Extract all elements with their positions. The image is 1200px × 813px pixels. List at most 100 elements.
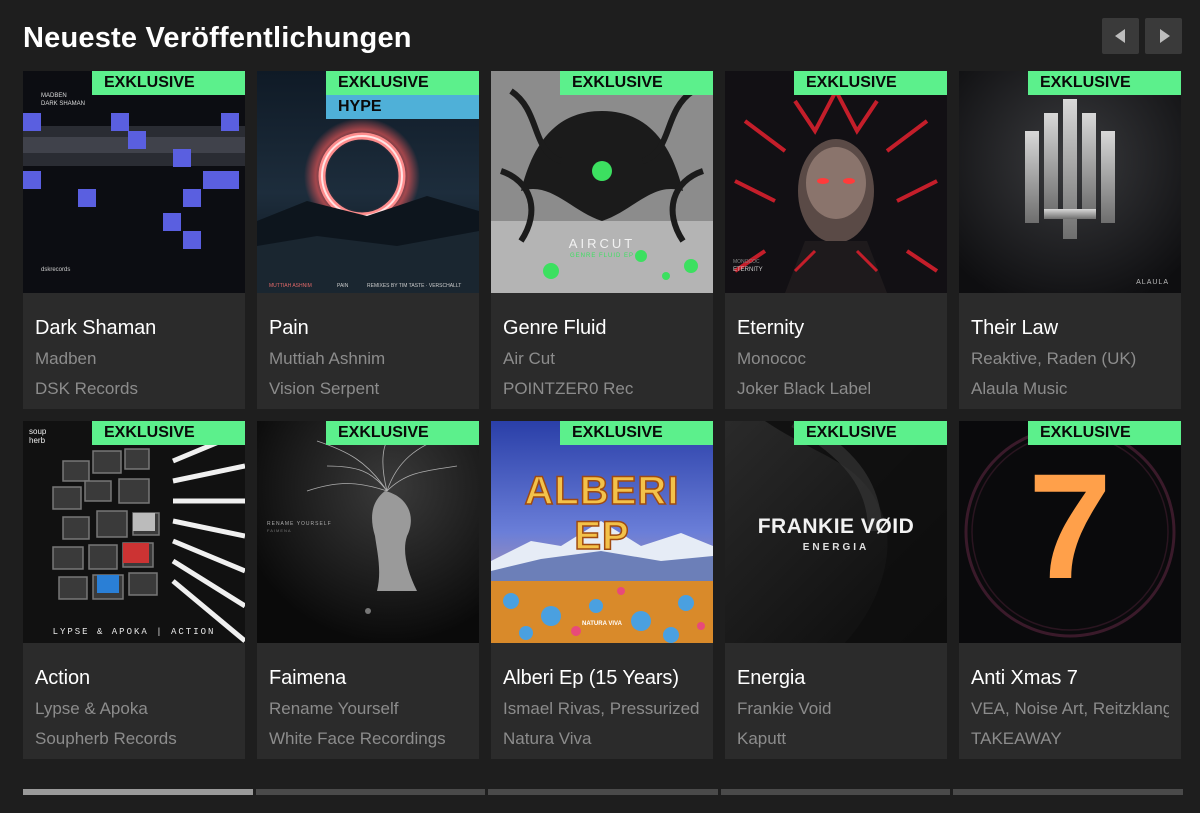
release-artists[interactable]: Ismael Rivas, Pressurized <box>503 694 701 723</box>
release-card[interactable]: MADBEN DARK SHAMAN dskrecords EXKLUSIVE … <box>23 71 245 409</box>
release-card[interactable]: ALBERI EP NATURA VIVA EXKLUSIVE Alberi E… <box>491 421 713 759</box>
release-artists[interactable]: Reaktive, Raden (UK) <box>971 344 1169 373</box>
cover-credits-text: REMIXES BY TIM TASTE · VERSCHALLT <box>367 283 462 289</box>
release-info: Their Law Reaktive, Raden (UK) Alaula Mu… <box>959 293 1181 404</box>
exclusive-badge: EXKLUSIVE <box>92 421 245 445</box>
release-label[interactable]: DSK Records <box>35 373 233 404</box>
cover-art[interactable]: ALBERI EP NATURA VIVA EXKLUSIVE <box>491 421 713 643</box>
exclusive-badge: EXKLUSIVE <box>92 71 245 95</box>
exclusive-badge: EXKLUSIVE <box>794 71 947 95</box>
release-label[interactable]: Soupherb Records <box>35 723 233 754</box>
exclusive-badge: EXKLUSIVE <box>794 421 947 445</box>
cover-title-text: ETERNITY <box>733 267 763 273</box>
release-info: Pain Muttiah Ashnim Vision Serpent <box>257 293 479 404</box>
cover-title-text: GENRE FLUID EP <box>569 253 634 259</box>
release-card[interactable]: ETERNITY MONOCOC EXKLUSIVE Eternity Mono… <box>725 71 947 409</box>
pager-segment-2[interactable] <box>255 789 486 795</box>
release-grid: MADBEN DARK SHAMAN dskrecords EXKLUSIVE … <box>23 71 1181 759</box>
release-artists[interactable]: Rename Yourself <box>269 694 467 723</box>
cover-artist-text: RENAME YOURSELF <box>267 521 332 527</box>
badge-stack: EXKLUSIVE <box>1028 71 1181 95</box>
pager-segment-3[interactable] <box>488 789 718 795</box>
release-title[interactable]: Eternity <box>737 312 935 344</box>
cover-artist-text: AIRCUT <box>568 236 636 251</box>
release-artists[interactable]: Monococ <box>737 344 935 373</box>
pager-segment-4[interactable] <box>720 789 951 795</box>
release-title[interactable]: Anti Xmas 7 <box>971 662 1169 694</box>
cover-artist-text: MUTTIAH ASHNIM <box>269 283 312 289</box>
cover-art[interactable]: ETERNITY MONOCOC EXKLUSIVE <box>725 71 947 293</box>
cover-artist-text: FRANKIE VØID <box>757 515 915 538</box>
section-title: Neueste Veröffentlichungen <box>23 22 412 54</box>
prev-button[interactable] <box>1102 18 1139 54</box>
cover-title-text: ENERGIA <box>802 542 870 553</box>
badge-stack: EXKLUSIVE <box>560 421 713 445</box>
release-title[interactable]: Alberi Ep (15 Years) <box>503 662 701 694</box>
cover-art[interactable]: FRANKIE VØID ENERGIA EXKLUSIVE <box>725 421 947 643</box>
release-title[interactable]: Dark Shaman <box>35 312 233 344</box>
badge-stack: EXKLUSIVE <box>92 421 245 445</box>
release-card[interactable]: AIRCUT GENRE FLUID EP EXKLUSIVE Genre Fl… <box>491 71 713 409</box>
exclusive-badge: EXKLUSIVE <box>326 71 479 95</box>
release-info: Faimena Rename Yourself White Face Recor… <box>257 643 479 754</box>
cover-art[interactable]: RENAME YOURSELF FAIMENA EXKLUSIVE <box>257 421 479 643</box>
release-card[interactable]: 7 EXKLUSIVE Anti Xmas 7 VEA, Noise Art, … <box>959 421 1181 759</box>
release-artists[interactable]: Frankie Void <box>737 694 935 723</box>
carousel-nav <box>1102 18 1182 54</box>
cover-artist-text: MADBEN <box>41 93 67 99</box>
cover-title-text: DARK SHAMAN <box>41 101 86 107</box>
cover-title-text: ALBERI EP <box>524 468 680 559</box>
release-card[interactable]: FRANKIE VØID ENERGIA EXKLUSIVE Energia F… <box>725 421 947 759</box>
next-button[interactable] <box>1145 18 1182 54</box>
cover-label-text: ALAULA <box>1136 279 1169 286</box>
release-label[interactable]: Joker Black Label <box>737 373 935 404</box>
release-card[interactable]: ALAULA EXKLUSIVE Their Law Reaktive, Rad… <box>959 71 1181 409</box>
cover-art[interactable]: ALAULA EXKLUSIVE <box>959 71 1181 293</box>
cover-art[interactable]: MADBEN DARK SHAMAN dskrecords EXKLUSIVE <box>23 71 245 293</box>
release-info: Eternity Monococ Joker Black Label <box>725 293 947 404</box>
chevron-left-icon <box>1114 29 1125 43</box>
cover-art[interactable]: AIRCUT GENRE FLUID EP EXKLUSIVE <box>491 71 713 293</box>
pager-segment-5[interactable] <box>953 789 1183 795</box>
release-title[interactable]: Genre Fluid <box>503 312 701 344</box>
cover-label-text: dskrecords <box>41 267 71 273</box>
release-card[interactable]: soup herb LYPSE & APOKA | ACTION EXKLUSI… <box>23 421 245 759</box>
release-title[interactable]: Their Law <box>971 312 1169 344</box>
release-label[interactable]: Vision Serpent <box>269 373 467 404</box>
release-info: Action Lypse & Apoka Soupherb Records <box>23 643 245 754</box>
carousel-pager <box>23 789 1183 795</box>
pager-segment-1[interactable] <box>23 789 253 795</box>
release-title[interactable]: Pain <box>269 312 467 344</box>
cover-art[interactable]: soup herb LYPSE & APOKA | ACTION EXKLUSI… <box>23 421 245 643</box>
badge-stack: EXKLUSIVE <box>1028 421 1181 445</box>
release-artists[interactable]: Lypse & Apoka <box>35 694 233 723</box>
release-label[interactable]: TAKEAWAY <box>971 723 1169 754</box>
release-label[interactable]: Natura Viva <box>503 723 701 754</box>
exclusive-badge: EXKLUSIVE <box>560 421 713 445</box>
release-card[interactable]: MUTTIAH ASHNIM PAIN REMIXES BY TIM TASTE… <box>257 71 479 409</box>
release-label[interactable]: Kaputt <box>737 723 935 754</box>
cover-bottom-text: LYPSE & APOKA | ACTION <box>52 627 216 637</box>
hype-badge: HYPE <box>326 95 479 119</box>
release-info: Genre Fluid Air Cut POINTZER0 Rec <box>491 293 713 404</box>
release-artists[interactable]: Air Cut <box>503 344 701 373</box>
badge-stack: EXKLUSIVE <box>794 421 947 445</box>
release-artists[interactable]: VEA, Noise Art, Reitzklang <box>971 694 1169 723</box>
release-label[interactable]: White Face Recordings <box>269 723 467 754</box>
release-artists[interactable]: Madben <box>35 344 233 373</box>
cover-number-text: 7 <box>1028 442 1112 610</box>
exclusive-badge: EXKLUSIVE <box>1028 421 1181 445</box>
cover-art[interactable]: 7 EXKLUSIVE <box>959 421 1181 643</box>
release-title[interactable]: Faimena <box>269 662 467 694</box>
badge-stack: EXKLUSIVE <box>92 71 245 95</box>
cover-label-text: soup herb <box>29 427 47 445</box>
release-title[interactable]: Action <box>35 662 233 694</box>
cover-title-text: FAIMENA <box>267 528 292 533</box>
release-artists[interactable]: Muttiah Ashnim <box>269 344 467 373</box>
release-title[interactable]: Energia <box>737 662 935 694</box>
release-label[interactable]: POINTZER0 Rec <box>503 373 701 404</box>
release-card[interactable]: RENAME YOURSELF FAIMENA EXKLUSIVE Faimen… <box>257 421 479 759</box>
release-label[interactable]: Alaula Music <box>971 373 1169 404</box>
badge-stack: EXKLUSIVE <box>794 71 947 95</box>
cover-art[interactable]: MUTTIAH ASHNIM PAIN REMIXES BY TIM TASTE… <box>257 71 479 293</box>
